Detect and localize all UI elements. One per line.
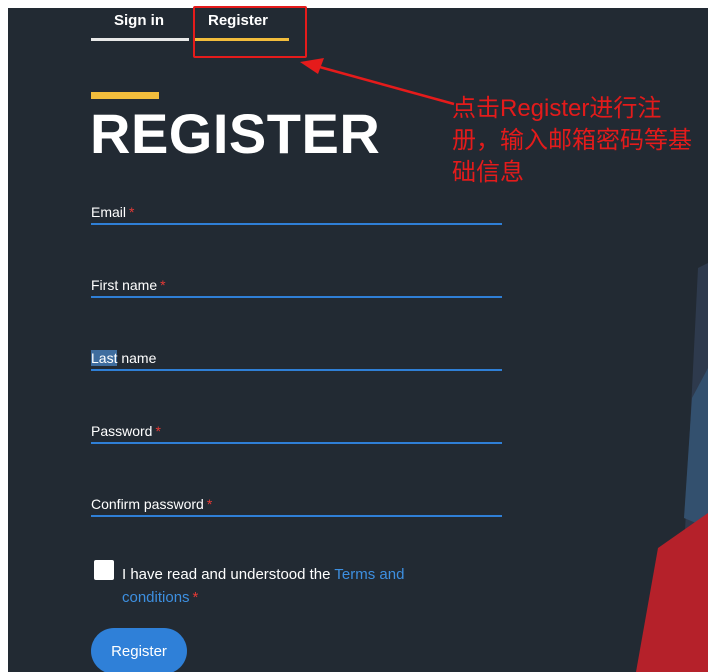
annotation-text: 点击Register进行注册，输入邮箱密码等基础信息 bbox=[452, 95, 692, 186]
